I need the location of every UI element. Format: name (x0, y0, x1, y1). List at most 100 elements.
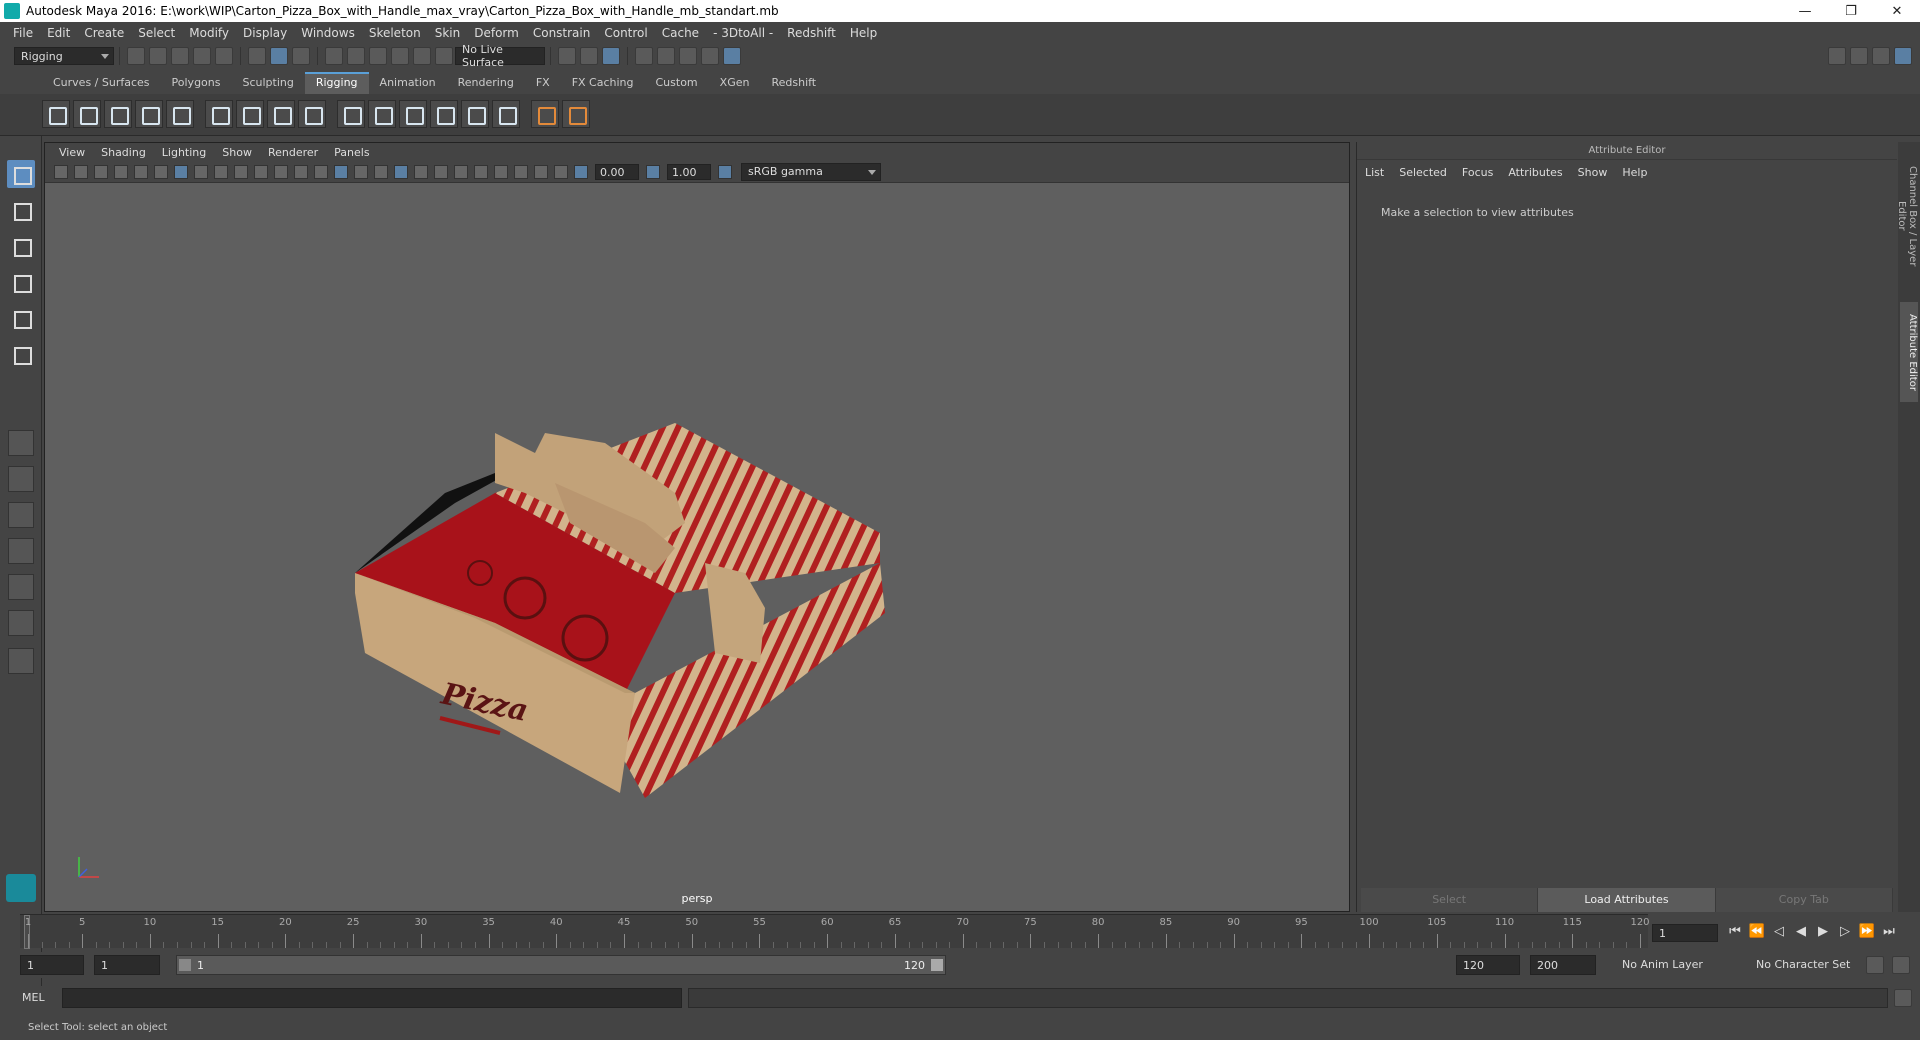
command-language-label[interactable]: MEL (22, 991, 45, 1004)
smooth-shade-icon[interactable] (334, 164, 348, 179)
menu-create[interactable]: Create (77, 26, 131, 40)
close-button[interactable]: ✕ (1874, 0, 1920, 22)
viewport-menu-lighting[interactable]: Lighting (154, 146, 214, 159)
pole-vector-icon[interactable] (492, 100, 520, 128)
script-editor-icon[interactable] (1894, 989, 1912, 1007)
menu-skeleton[interactable]: Skeleton (362, 26, 428, 40)
new-scene-icon[interactable] (127, 47, 145, 65)
menu-edit[interactable]: Edit (40, 26, 77, 40)
paint-select-icon[interactable] (7, 232, 35, 260)
scale-tool-icon[interactable] (7, 340, 35, 368)
range-start-handle[interactable] (179, 959, 191, 971)
attr-menu-attributes[interactable]: Attributes (1508, 166, 1571, 179)
locator-icon[interactable] (531, 100, 559, 128)
layout-more-icon[interactable] (8, 648, 34, 674)
layout-icon[interactable] (1850, 47, 1868, 65)
redo-icon[interactable] (215, 47, 233, 65)
ambient-occlusion-icon[interactable] (454, 164, 468, 179)
auto-key-icon[interactable] (1866, 956, 1884, 974)
attr-menu-selected[interactable]: Selected (1399, 166, 1456, 179)
gate-mask-icon[interactable] (234, 164, 248, 179)
exposure-field[interactable]: 0.00 (595, 163, 639, 180)
bind-skin-icon[interactable] (205, 100, 233, 128)
menu-3dtoall[interactable]: - 3DtoAll - (706, 26, 780, 40)
output-ops-icon[interactable] (580, 47, 598, 65)
menu-skin[interactable]: Skin (428, 26, 468, 40)
outliner-toggle-icon[interactable] (1872, 47, 1890, 65)
point-constraint-icon[interactable] (368, 100, 396, 128)
menu-redshift[interactable]: Redshift (780, 26, 843, 40)
aim-constraint-icon[interactable] (461, 100, 489, 128)
mirror-joint-icon[interactable] (135, 100, 163, 128)
go-to-end-icon[interactable]: ⏭ (1878, 922, 1900, 942)
grease-pencil-icon[interactable] (154, 164, 168, 179)
menu-constrain[interactable]: Constrain (526, 26, 598, 40)
menu-select[interactable]: Select (131, 26, 182, 40)
play-forward-icon[interactable]: ▶ (1812, 922, 1834, 942)
select-component-icon[interactable] (292, 47, 310, 65)
parent-constraint-icon[interactable] (337, 100, 365, 128)
shelf-tab-xgen[interactable]: XGen (709, 72, 761, 94)
lights-icon[interactable] (414, 164, 428, 179)
step-back-key-icon[interactable]: ⏪ (1746, 922, 1768, 942)
undo-icon[interactable] (193, 47, 211, 65)
play-backward-icon[interactable]: ◀ (1790, 922, 1812, 942)
snap-grid-icon[interactable] (325, 47, 343, 65)
scale-constraint-icon[interactable] (430, 100, 458, 128)
rotate-tool-icon[interactable] (7, 304, 35, 332)
viewport-menu-panels[interactable]: Panels (326, 146, 377, 159)
save-scene-icon[interactable] (171, 47, 189, 65)
viewport-panel[interactable]: View Shading Lighting Show Renderer Pane… (44, 142, 1350, 912)
snap-point-icon[interactable] (369, 47, 387, 65)
shelf-tab-custom[interactable]: Custom (645, 72, 709, 94)
render-view-icon[interactable] (635, 47, 653, 65)
lasso-tool-icon[interactable] (7, 196, 35, 224)
current-frame-field[interactable]: 1 (1652, 924, 1718, 942)
default-material-icon[interactable] (374, 164, 388, 179)
gamma-icon[interactable] (646, 164, 660, 179)
step-forward-key-icon[interactable]: ⏩ (1856, 922, 1878, 942)
playback-end-field[interactable]: 120 (1456, 955, 1520, 975)
viewport-menu-show[interactable]: Show (214, 146, 260, 159)
attribute-editor-toggle-icon[interactable] (1894, 47, 1912, 65)
shelf-tab-curves-surfaces[interactable]: Curves / Surfaces (42, 72, 161, 94)
anim-layer-dropdown[interactable]: No Anim Layer (1616, 955, 1732, 975)
menu-modify[interactable]: Modify (182, 26, 236, 40)
antialiasing-icon[interactable] (494, 164, 508, 179)
viewport-menu-renderer[interactable]: Renderer (260, 146, 326, 159)
shadows-icon[interactable] (434, 164, 448, 179)
menu-display[interactable]: Display (236, 26, 294, 40)
input-ops-icon[interactable] (558, 47, 576, 65)
select-hierarchy-icon[interactable] (248, 47, 266, 65)
xray-icon[interactable] (534, 164, 548, 179)
snap-surface-icon[interactable] (413, 47, 431, 65)
snap-curve-icon[interactable] (347, 47, 365, 65)
playback-start-field[interactable]: 1 (94, 955, 160, 975)
image-plane-icon[interactable] (114, 164, 128, 179)
joint-tool-icon[interactable] (42, 100, 70, 128)
step-back-frame-icon[interactable]: ◁ (1768, 922, 1790, 942)
isolate-select-icon[interactable] (514, 164, 528, 179)
motion-blur-icon[interactable] (474, 164, 488, 179)
shelf-tab-fx-caching[interactable]: FX Caching (561, 72, 645, 94)
animation-start-field[interactable]: 1 (20, 955, 84, 975)
ik-spline-icon[interactable] (104, 100, 132, 128)
lattice-icon[interactable] (267, 100, 295, 128)
live-surface-field[interactable]: No Live Surface (455, 43, 545, 69)
two-pane-layout-icon[interactable] (8, 502, 34, 528)
resolution-gate-icon[interactable] (214, 164, 228, 179)
single-pane-layout-icon[interactable] (8, 430, 34, 456)
four-pane-layout-icon[interactable] (8, 466, 34, 492)
select-button[interactable]: Select (1361, 888, 1539, 912)
color-management-icon[interactable] (718, 164, 732, 179)
bookmark-icon[interactable] (94, 164, 108, 179)
render-settings-icon[interactable] (701, 47, 719, 65)
view-transform-dropdown[interactable]: sRGB gamma (741, 162, 881, 181)
open-scene-icon[interactable] (149, 47, 167, 65)
attr-menu-focus[interactable]: Focus (1462, 166, 1502, 179)
channel-box-tab[interactable]: Channel Box / Layer Editor (1896, 146, 1918, 286)
attribute-editor-tab[interactable]: Attribute Editor (1900, 302, 1918, 402)
attr-menu-help[interactable]: Help (1622, 166, 1656, 179)
menu-deform[interactable]: Deform (467, 26, 526, 40)
wireframe-on-shaded-icon[interactable] (354, 164, 368, 179)
